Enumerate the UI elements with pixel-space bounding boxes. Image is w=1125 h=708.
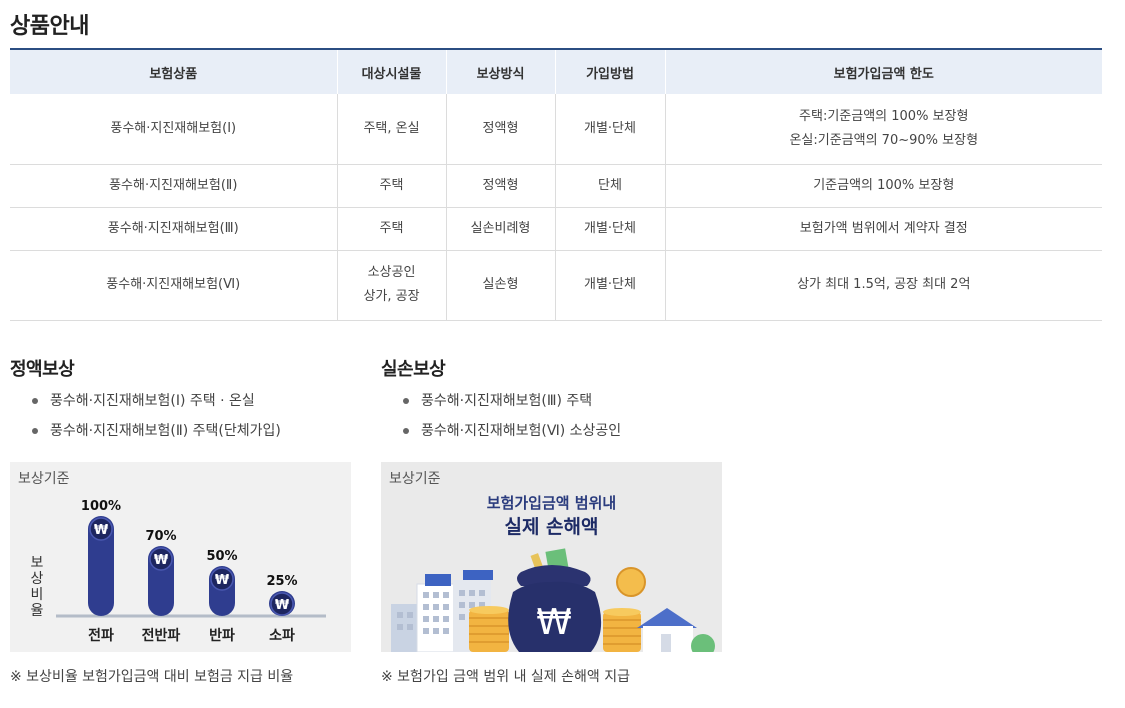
cell-method: 실손형: [446, 250, 556, 321]
actual-footnote: ※ 보험가입 금액 범위 내 실제 손해액 지급: [381, 669, 630, 685]
cell-facility-line: 주택, 온실: [363, 120, 420, 136]
cell-facility: 주택, 온실: [337, 94, 447, 165]
coin-stack-icon: [603, 567, 646, 652]
fixed-compensation-list: 풍수해·지진재해보험(Ⅰ) 주택 · 온실 풍수해·지진재해보험(Ⅱ) 주택(단…: [10, 391, 355, 451]
cell-join: 개별·단체: [555, 94, 666, 165]
cell-facility-line: 상가, 공장: [363, 289, 420, 304]
actual-loss-panel: 보상기준 보험가입금액 범위내 실제 손해액 ₩: [381, 462, 722, 652]
cell-limit-line: 온실:기준금액의 70~90% 보장형: [789, 132, 979, 148]
won-symbol: ₩: [94, 523, 109, 538]
cell-limit: 보험가액 범위에서 계약자 결정: [665, 207, 1102, 251]
bullet-icon: [32, 428, 38, 434]
cell-limit-line: 주택:기준금액의 100% 보장형: [799, 108, 969, 124]
list-item: 풍수해·지진재해보험(Ⅲ) 주택: [381, 391, 726, 421]
cell-join: 단체: [555, 164, 666, 208]
category-label: 전파: [88, 627, 114, 644]
ylabel-char: 비: [31, 587, 44, 603]
actual-compensation-list: 풍수해·지진재해보험(Ⅲ) 주택 풍수해·지진재해보험(Ⅵ) 소상공인: [381, 391, 726, 451]
header-join: 가입방법: [555, 48, 666, 94]
cell-facility-line: 소상공인: [367, 265, 416, 280]
cell-facility: 주택: [337, 207, 447, 251]
cell-join: 개별·단체: [555, 250, 666, 321]
header-limit: 보험가입금액 한도: [665, 48, 1102, 94]
cell-limit-line: 보험가액 범위에서 계약자 결정: [799, 220, 968, 236]
actual-compensation-heading: 실손보상: [381, 359, 446, 380]
cell-facility-line: 주택: [379, 220, 404, 236]
page-title: 상품안내: [10, 14, 89, 39]
list-item-label: 풍수해·지진재해보험(Ⅰ) 주택 · 온실: [50, 393, 255, 409]
fixed-footnote: ※ 보상비율 보험가입금액 대비 보험금 지급 비율: [10, 669, 294, 685]
compensation-ratio-chart: 보상비율 ₩100% 전파 ₩70% 전반파 ₩50% 반파 ₩25% 소파: [31, 499, 326, 644]
money-bag-illustration: ₩: [391, 548, 715, 652]
cell-facility: 주택: [337, 164, 447, 208]
cell-product: 풍수해·지진재해보험(Ⅱ): [10, 164, 338, 208]
table-header-row: 보험상품 대상시설물 보상방식 가입방법 보험가입금액 한도: [10, 48, 1102, 94]
bullet-icon: [403, 398, 409, 404]
actual-compensation-section: 실손보상 풍수해·지진재해보험(Ⅲ) 주택 풍수해·지진재해보험(Ⅵ) 소상공인…: [381, 355, 726, 686]
cell-join: 개별·단체: [555, 207, 666, 251]
coin-stack-icon: [469, 606, 509, 652]
ylabel-char: 보: [31, 555, 44, 571]
category-label: 반파: [209, 627, 235, 644]
fixed-compensation-section: 정액보상 풍수해·지진재해보험(Ⅰ) 주택 · 온실 풍수해·지진재해보험(Ⅱ)…: [10, 355, 355, 686]
fixed-compensation-heading: 정액보상: [10, 359, 75, 380]
table-row: 풍수해·지진재해보험(Ⅱ) 주택 정액형 단체 기준금액의 100% 보장형: [10, 164, 1102, 208]
won-symbol: ₩: [275, 598, 290, 613]
header-method: 보상방식: [446, 48, 556, 94]
category-label: 전반파: [142, 627, 181, 644]
cell-product: 풍수해·지진재해보험(Ⅰ): [10, 94, 338, 165]
data-label: 50%: [206, 549, 237, 564]
cell-facility-line: 주택: [379, 177, 404, 193]
list-item: 풍수해·지진재해보험(Ⅱ) 주택(단체가입): [10, 421, 355, 451]
cell-limit-line: 상가 최대 1.5억, 공장 최대 2억: [797, 277, 971, 292]
data-label: 70%: [145, 529, 176, 544]
header-facility: 대상시설물: [337, 48, 447, 94]
table-row: 풍수해·지진재해보험(Ⅲ) 주택 실손비례형 개별·단체 보험가액 범위에서 계약자 결…: [10, 207, 1102, 251]
won-symbol: ₩: [215, 573, 230, 588]
cell-method: 정액형: [446, 94, 556, 165]
won-symbol: ₩: [536, 602, 572, 643]
house-icon: [637, 608, 715, 652]
cell-facility: 소상공인상가, 공장: [337, 250, 447, 321]
compensation-ratio-panel: 보상기준 보 상 비 율 ₩100% 전파 ₩70% 전반파 ₩50% 반파 ₩25% 소파: [10, 462, 351, 652]
list-item-label: 풍수해·지진재해보험(Ⅵ) 소상공인: [421, 423, 622, 439]
won-symbol: ₩: [154, 553, 169, 568]
cell-product: 풍수해·지진재해보험(Ⅲ): [10, 207, 338, 251]
list-item-label: 풍수해·지진재해보험(Ⅲ) 주택: [421, 393, 593, 409]
bullet-icon: [403, 428, 409, 434]
cell-limit: 주택:기준금액의 100% 보장형온실:기준금액의 70~90% 보장형: [665, 94, 1102, 165]
cell-method: 실손비례형: [446, 207, 556, 251]
list-item: 풍수해·지진재해보험(Ⅰ) 주택 · 온실: [10, 391, 355, 421]
cell-limit-line: 기준금액의 100% 보장형: [813, 177, 955, 193]
product-table: 보험상품 대상시설물 보상방식 가입방법 보험가입금액 한도 풍수해·지진재해보…: [10, 48, 1102, 321]
list-item: 풍수해·지진재해보험(Ⅵ) 소상공인: [381, 421, 726, 451]
cell-limit: 상가 최대 1.5억, 공장 최대 2억: [665, 250, 1102, 321]
data-label: 25%: [266, 574, 297, 589]
money-bag-icon: ₩: [508, 548, 602, 652]
ylabel-char: 율: [31, 603, 44, 619]
header-product: 보험상품: [10, 48, 338, 94]
list-item-label: 풍수해·지진재해보험(Ⅱ) 주택(단체가입): [50, 423, 281, 439]
cell-limit: 기준금액의 100% 보장형: [665, 164, 1102, 208]
cell-product: 풍수해·지진재해보험(Ⅵ): [10, 250, 338, 321]
cell-method: 정액형: [446, 164, 556, 208]
table-row: 풍수해·지진재해보험(Ⅰ) 주택, 온실 정액형 개별·단체 주택:기준금액의 100%…: [10, 94, 1102, 165]
data-label: 100%: [81, 499, 121, 514]
ylabel-char: 상: [31, 571, 44, 587]
bullet-icon: [32, 398, 38, 404]
category-label: 소파: [269, 628, 295, 644]
table-row: 풍수해·지진재해보험(Ⅵ) 소상공인 상가, 공장 실손형 개별·단체 상가 최대 1.5…: [10, 250, 1102, 321]
